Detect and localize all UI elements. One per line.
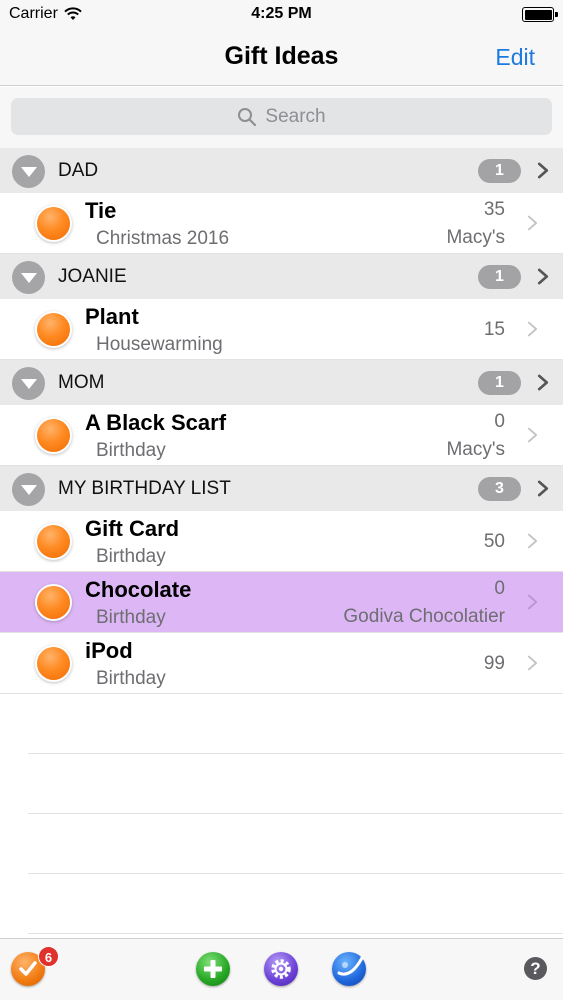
battery-icon	[522, 7, 558, 22]
gear-icon	[271, 959, 291, 979]
status-dot-icon[interactable]	[37, 419, 70, 452]
list-item[interactable]: Gift Card Birthday 50	[0, 511, 563, 572]
status-dot-icon[interactable]	[37, 647, 70, 680]
item-price: 99	[483, 653, 505, 674]
item-title: iPod	[85, 638, 133, 663]
share-button[interactable]	[332, 952, 366, 986]
chevron-right-icon	[527, 533, 538, 549]
item-store: Macy's	[446, 439, 505, 460]
item-title: Chocolate	[85, 577, 192, 602]
section-title: JOANIE	[58, 266, 127, 287]
collapse-icon[interactable]	[12, 155, 45, 188]
item-store: Macy's	[446, 227, 505, 248]
item-title: Gift Card	[85, 516, 180, 541]
edit-button[interactable]: Edit	[495, 44, 535, 71]
list-item[interactable]: Tie Christmas 2016 35 Macy's	[0, 193, 563, 254]
list-item[interactable]: A Black Scarf Birthday 0 Macy's	[0, 405, 563, 466]
empty-row	[28, 754, 563, 814]
help-icon[interactable]: ?	[524, 957, 547, 980]
empty-row	[28, 874, 563, 934]
chevron-right-icon	[537, 374, 549, 391]
section-header[interactable]: MY BIRTHDAY LIST 3	[0, 466, 563, 511]
section-title: MY BIRTHDAY LIST	[58, 478, 231, 499]
collapse-icon[interactable]	[12, 473, 45, 506]
count-badge: 1	[478, 371, 521, 395]
chevron-right-icon	[527, 655, 538, 671]
search-icon	[238, 107, 257, 126]
count-badge: 1	[478, 159, 521, 183]
item-title: Plant	[85, 304, 139, 329]
list-item[interactable]: Plant Housewarming 15	[0, 299, 563, 360]
chevron-right-icon	[527, 427, 538, 443]
list-item[interactable]: iPod Birthday 99	[0, 633, 563, 694]
count-badge: 3	[478, 477, 521, 501]
add-button[interactable]	[196, 952, 230, 986]
item-price: 15	[483, 319, 505, 340]
status-time: 4:25 PM	[251, 5, 312, 22]
collapse-icon[interactable]	[12, 367, 45, 400]
item-occasion: Birthday	[96, 546, 166, 567]
item-title: Tie	[85, 198, 117, 223]
navigation-bar: Gift Ideas Edit	[0, 28, 563, 86]
chevron-right-icon	[527, 321, 538, 337]
status-dot-icon[interactable]	[37, 525, 70, 558]
item-price: 35	[483, 199, 505, 220]
item-price: 0	[494, 578, 505, 599]
section-title: DAD	[58, 160, 99, 181]
status-dot-icon[interactable]	[37, 207, 70, 240]
status-dot-icon[interactable]	[37, 313, 70, 346]
item-occasion: Housewarming	[96, 334, 223, 355]
gift-list: DAD 1 Tie Christmas 2016 35 Macy's JOANI…	[0, 148, 563, 934]
search-placeholder: Search	[265, 105, 326, 127]
section-header[interactable]: MOM 1	[0, 360, 563, 405]
chevron-right-icon	[537, 480, 549, 497]
chevron-right-icon	[537, 162, 549, 179]
empty-row	[28, 694, 563, 754]
collapse-icon[interactable]	[12, 261, 45, 294]
search-bar: Search	[0, 87, 563, 148]
chevron-right-icon	[537, 268, 549, 285]
item-occasion: Birthday	[96, 440, 166, 461]
bottom-toolbar: 6 ?	[0, 938, 563, 1000]
empty-row	[28, 814, 563, 874]
item-occasion: Birthday	[96, 668, 166, 689]
item-price: 0	[494, 411, 505, 432]
list-item[interactable]: Chocolate Birthday 0 Godiva Chocolatier	[0, 572, 563, 633]
chevron-right-icon	[527, 215, 538, 231]
page-title: Gift Ideas	[224, 42, 339, 70]
item-title: A Black Scarf	[85, 410, 227, 435]
settings-button[interactable]	[264, 952, 298, 986]
notification-badge: 6	[38, 946, 59, 967]
section-title: MOM	[58, 372, 105, 393]
chevron-right-icon	[527, 594, 538, 610]
search-input[interactable]: Search	[11, 98, 552, 135]
item-price: 50	[483, 531, 505, 552]
status-bar: Carrier 4:25 PM	[0, 0, 563, 28]
section-header[interactable]: DAD 1	[0, 148, 563, 193]
section-header[interactable]: JOANIE 1	[0, 254, 563, 299]
count-badge: 1	[478, 265, 521, 289]
item-occasion: Birthday	[96, 607, 166, 628]
item-store: Godiva Chocolatier	[343, 606, 505, 627]
item-occasion: Christmas 2016	[96, 228, 230, 249]
status-dot-icon[interactable]	[37, 586, 70, 619]
globe-icon	[337, 956, 364, 976]
add-icon	[204, 960, 222, 978]
